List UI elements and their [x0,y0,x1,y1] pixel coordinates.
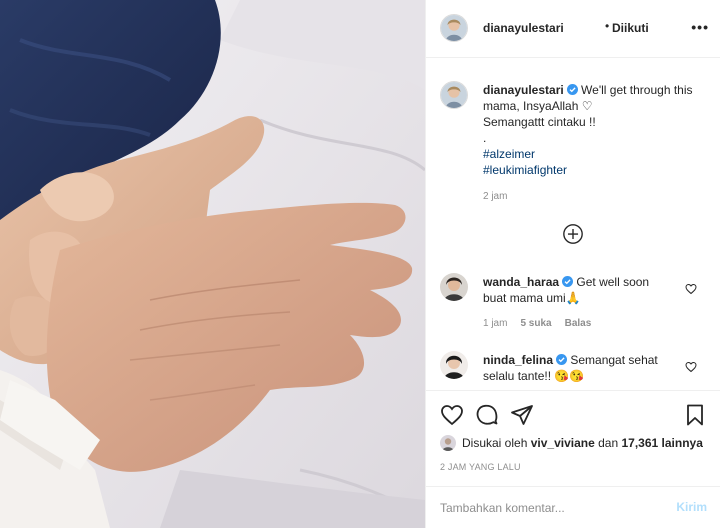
like-heart-icon[interactable] [440,403,464,427]
like-comment-heart-icon[interactable] [685,361,697,373]
caption-author-link[interactable]: dianayulestari [483,83,564,97]
comment-bubble-icon[interactable] [475,403,499,427]
author-avatar[interactable] [440,14,468,42]
liked-by-and: dan [598,436,619,450]
caption-author-avatar[interactable] [440,81,468,109]
post-caption: dianayulestari We'll get through this ma… [483,82,713,178]
liker-avatar[interactable] [440,435,456,451]
liked-by-summary: Disukai oleh viv_viviane dan 17,361 lain… [440,435,703,451]
caption-line-3: . [483,131,487,145]
save-bookmark-icon[interactable] [683,403,707,427]
post-header: dianayulestari • Diikuti ••• [426,0,720,58]
like-comment-heart-icon[interactable] [685,283,697,295]
post-photo[interactable] [0,0,425,528]
post-actions: Disukai oleh viv_viviane dan 17,361 lain… [426,390,720,486]
verified-badge-icon [566,84,578,95]
comment-meta: 1 jam 5 suka Balas [483,318,604,329]
more-options-icon[interactable]: ••• [691,19,709,35]
liker-username-link[interactable]: viv_viviane [531,436,595,450]
comment-input[interactable] [440,498,660,518]
commenter-username-link[interactable]: ninda_felina [483,353,553,367]
liked-by-prefix: Disukai oleh [462,436,528,450]
verified-badge-icon [556,354,568,365]
post-comment-button[interactable]: Kirim [676,500,707,514]
author-username-link[interactable]: dianayulestari [483,21,564,35]
caption-timestamp: 2 jam [483,191,508,202]
post-timestamp[interactable]: 2 JAM YANG LALU [440,462,521,472]
holding-hands-photo [0,0,425,528]
comments-area[interactable]: dianayulestari We'll get through this ma… [426,59,720,390]
hashtag-leukimiafighter[interactable]: #leukimiafighter [483,162,713,178]
hashtag-alzeimer[interactable]: #alzeimer [483,146,713,162]
post-side-panel: dianayulestari • Diikuti ••• dianayulest… [425,0,720,528]
add-comment-bar: Kirim [426,486,720,528]
comment-timestamp: 1 jam [483,318,508,329]
commenter-avatar[interactable] [440,273,468,301]
comment-text: ninda_felina Semangat sehat selalu tante… [483,352,673,384]
following-button[interactable]: Diikuti [612,21,649,35]
comment-likes-link[interactable]: 5 suka [520,318,551,329]
reply-button[interactable]: Balas [565,318,592,329]
load-more-comments-icon[interactable] [562,223,584,245]
likes-count-link[interactable]: 17,361 lainnya [622,436,703,450]
verified-badge-icon [562,276,574,287]
caption-line-2: Semangattt cintaku !! [483,115,596,129]
share-paper-plane-icon[interactable] [510,403,534,427]
commenter-avatar[interactable] [440,351,468,379]
instagram-post: dianayulestari • Diikuti ••• dianayulest… [0,0,720,528]
comment-text: wanda_haraa Get well soon buat mama umi🙏 [483,274,673,306]
commenter-username-link[interactable]: wanda_haraa [483,275,559,289]
separator-dot: • [605,19,610,33]
